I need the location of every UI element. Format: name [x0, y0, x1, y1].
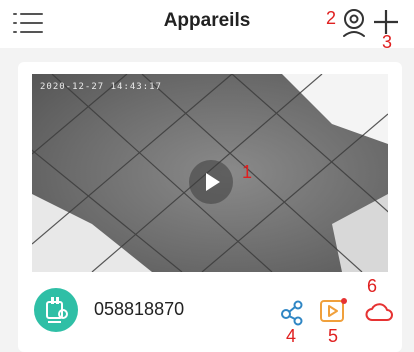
- device-name[interactable]: 058818870: [94, 299, 184, 320]
- annotation-4: 4: [286, 326, 297, 346]
- video-timestamp: 2020-12-27 14:43:17: [40, 82, 162, 92]
- play-icon: [206, 173, 220, 191]
- annotation-5: 5: [328, 326, 339, 346]
- device-card: 2020-12-27 14:43:17 1 058818870 4 5 6: [18, 62, 402, 352]
- device-avatar[interactable]: [34, 288, 78, 332]
- camera-icon[interactable]: [340, 7, 368, 39]
- annotation-6: 6: [367, 276, 378, 296]
- annotation-2: 2: [326, 8, 337, 28]
- share-icon[interactable]: [280, 300, 304, 326]
- app-header: Appareils 2 3: [0, 0, 414, 52]
- annotation-1: 1: [242, 162, 253, 182]
- play-button[interactable]: [189, 160, 233, 204]
- camera-device-icon: [46, 297, 68, 323]
- video-preview[interactable]: 2020-12-27 14:43:17 1: [32, 74, 388, 272]
- video-playback-icon[interactable]: [318, 296, 350, 326]
- annotation-3: 3: [382, 32, 393, 52]
- cloud-icon[interactable]: [364, 300, 394, 324]
